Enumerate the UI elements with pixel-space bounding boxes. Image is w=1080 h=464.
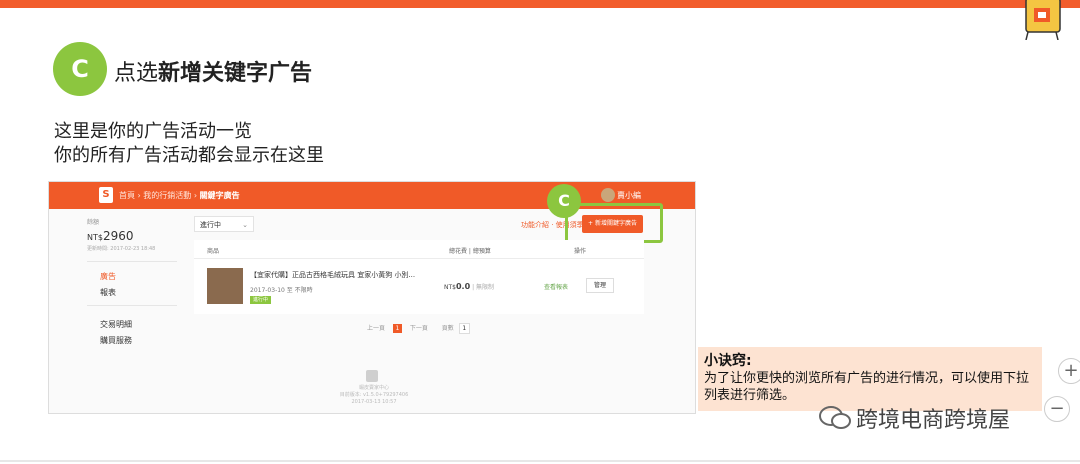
balance-value: NT$2960	[87, 229, 134, 243]
filter-value: 進行中	[200, 221, 221, 229]
ad-table: 商品 總花費 | 總預算 操作 【宜家代購】正品古西格毛絨玩具 宜家小黃狗 小別…	[194, 240, 644, 314]
footer-date: 2017-03-13 10:57	[351, 399, 397, 405]
avatar[interactable]	[601, 188, 615, 202]
col-spend: 總花費 | 總預算	[449, 248, 491, 255]
highlight-box	[565, 203, 663, 243]
desc-line-1: 这里是你的广告活动一览	[54, 121, 252, 142]
breadcrumb-current: 關鍵字廣告	[199, 191, 240, 200]
watermark: 跨境电商跨境屋	[822, 402, 1010, 434]
breadcrumb: 首頁 › 我的行銷活動 › 關鍵字廣告	[119, 190, 240, 201]
highlight-badge: C	[547, 184, 581, 218]
spend-currency: NT$	[444, 284, 456, 291]
pager-prev[interactable]: 上一頁	[367, 325, 385, 332]
tip-title: 小诀窍:	[704, 353, 752, 369]
footer-title: 蝦皮賣家中心	[358, 385, 389, 391]
divider	[194, 258, 644, 259]
manage-button[interactable]: 管理	[586, 278, 614, 293]
sidebar-item-buy[interactable]: 購買服務	[100, 335, 132, 346]
chevron-down-icon: ⌄	[242, 221, 248, 229]
pager-next[interactable]: 下一頁	[410, 325, 428, 332]
zoom-out-button[interactable]: −	[1044, 396, 1070, 422]
username[interactable]: 賣小編	[617, 190, 641, 201]
sidebar-item-ads[interactable]: 廣告	[100, 271, 116, 282]
pager-goto-label: 頁數	[441, 325, 454, 332]
status-badge: 進行中	[250, 296, 272, 304]
spend-amount: 0.0	[455, 282, 471, 291]
status-filter-dropdown[interactable]: 進行中 ⌄	[194, 216, 254, 232]
balance-updated: 更新時間: 2017-02-23 18:48	[87, 246, 156, 252]
view-report-link[interactable]: 查看報表	[544, 282, 568, 291]
balance-currency: NT$	[87, 233, 103, 242]
mascot-icon	[1025, 0, 1061, 40]
product-image	[207, 268, 243, 304]
shop-bag-icon: S	[99, 187, 113, 203]
desc-line-2: 你的所有广告活动都会显示在这里	[54, 145, 324, 166]
description: 这里是你的广告活动一览 你的所有广告活动都会显示在这里	[54, 120, 324, 168]
breadcrumb-sep: ›	[193, 191, 198, 200]
product-name[interactable]: 【宜家代購】正品古西格毛絨玩具 宜家小黃狗 小別...	[250, 270, 415, 280]
divider	[87, 261, 177, 262]
title-bold: 新增关键字广告	[158, 61, 313, 86]
pager-goto-input[interactable]: 1	[458, 323, 470, 334]
top-accent-bar	[0, 0, 1080, 8]
page-title: 点选新增关键字广告	[114, 55, 312, 87]
zoom-in-button[interactable]: +	[1058, 358, 1080, 384]
footer-version: 目前版本: v1.5.0+79297406	[339, 392, 409, 398]
spend-budget: | 無限制	[472, 284, 495, 291]
title-normal: 点选	[114, 61, 159, 86]
balance-amount: 2960	[102, 229, 134, 243]
breadcrumb-home[interactable]: 首頁	[119, 191, 135, 200]
pagination: 上一頁 1 下一頁 頁數 1	[367, 323, 470, 334]
product-date: 2017-03-10 至 不限時	[250, 287, 313, 294]
col-product: 商品	[207, 248, 220, 255]
sidebar-item-report[interactable]: 報表	[100, 287, 116, 298]
breadcrumb-marketing[interactable]: 我的行銷活動	[143, 191, 191, 200]
sidebar: 餘額 NT$2960 更新時間: 2017-02-23 18:48 廣告 報表 …	[49, 209, 189, 413]
seller-center-icon	[366, 370, 378, 382]
spend-value: NT$0.0 | 無限制	[444, 282, 494, 291]
footer: 蝦皮賣家中心 目前版本: v1.5.0+79297406 2017-03-13 …	[319, 385, 429, 406]
col-action: 操作	[574, 248, 587, 255]
watermark-text: 跨境电商跨境屋	[856, 408, 1011, 433]
divider	[0, 460, 1080, 462]
tip-body: 为了让你更快的浏览所有广告的进行情况，可以使用下拉列表进行筛选。	[704, 371, 1030, 403]
breadcrumb-sep: ›	[137, 191, 141, 200]
pager-current[interactable]: 1	[392, 324, 402, 333]
sidebar-item-transactions[interactable]: 交易明細	[100, 319, 132, 330]
seller-center-screenshot: S 首頁 › 我的行銷活動 › 關鍵字廣告 賣小編 餘額 NT$2960 更新時…	[48, 181, 696, 414]
divider	[87, 305, 177, 306]
step-badge: C	[53, 42, 107, 96]
balance-label: 餘額	[87, 219, 100, 226]
